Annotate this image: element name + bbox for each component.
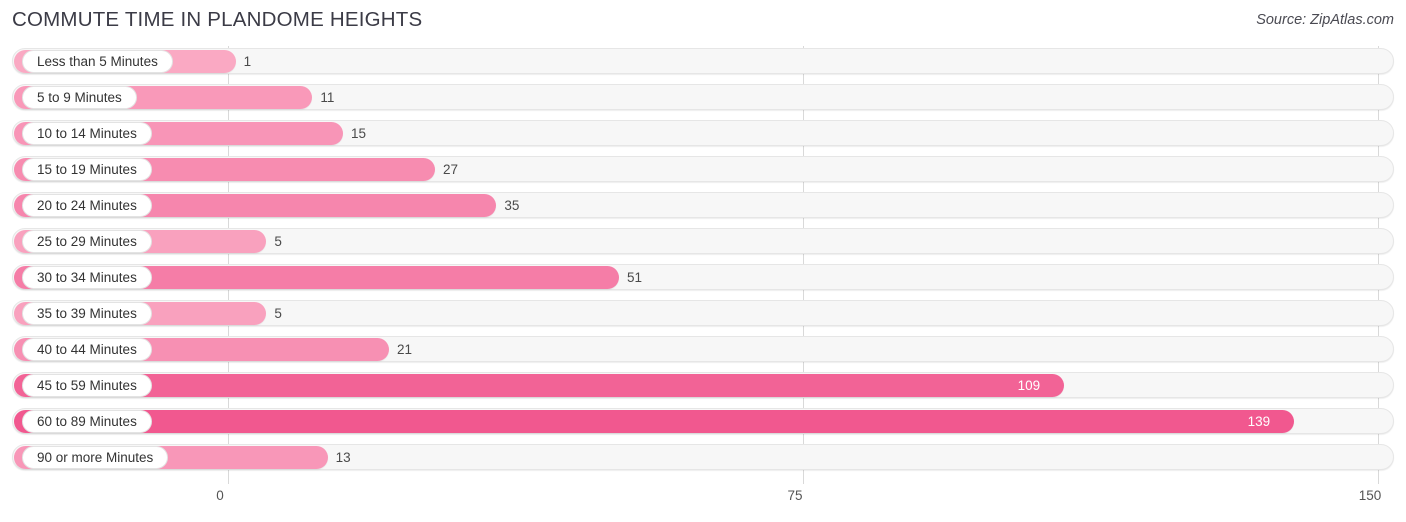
bar-category-label: 25 to 29 Minutes: [22, 230, 152, 253]
chart-header: COMMUTE TIME IN PLANDOME HEIGHTS Source:…: [0, 0, 1406, 44]
bar-category-label: 20 to 24 Minutes: [22, 194, 152, 217]
bar-row: 60 to 89 Minutes 139: [0, 406, 1406, 436]
bar-value-label: 5: [274, 234, 282, 249]
bar-value-label: 5: [274, 306, 282, 321]
bar-value-label: 15: [351, 126, 367, 141]
bar-value-label: 51: [627, 270, 643, 285]
bar-category-label: 10 to 14 Minutes: [22, 122, 152, 145]
source-attribution: Source: ZipAtlas.com: [1256, 12, 1394, 28]
bar-value-label: 21: [397, 342, 413, 357]
axis-tick-label: 150: [1358, 488, 1382, 503]
bar-row: 5 to 9 Minutes 11: [0, 82, 1406, 112]
bar-value-label: 11: [320, 90, 335, 105]
bar-category-label: 35 to 39 Minutes: [22, 302, 152, 325]
bar-row: 90 or more Minutes 13: [0, 442, 1406, 472]
bar[interactable]: [14, 374, 1064, 397]
bar-row: 15 to 19 Minutes 27: [0, 154, 1406, 184]
bar-row: 30 to 34 Minutes 51: [0, 262, 1406, 292]
bar-category-label: 40 to 44 Minutes: [22, 338, 152, 361]
bar[interactable]: [14, 410, 1294, 433]
bar-value-label: 13: [335, 450, 351, 465]
bar-rows: Less than 5 Minutes 1 5 to 9 Minutes 11 10 t…: [0, 46, 1406, 478]
bar-value-label: 1: [243, 54, 252, 69]
bar-row: 10 to 14 Minutes 15: [0, 118, 1406, 148]
axis-tick-label: 75: [787, 488, 803, 503]
bar-row: 25 to 29 Minutes 5: [0, 226, 1406, 256]
bar-value-label: 27: [443, 162, 459, 177]
bar-row: 20 to 24 Minutes 35: [0, 190, 1406, 220]
axis-tick-label: 0: [216, 488, 224, 503]
bar-value-label: 35: [504, 198, 520, 213]
bar-category-label: 15 to 19 Minutes: [22, 158, 152, 181]
bar-category-label: Less than 5 Minutes: [22, 50, 173, 73]
page-title: COMMUTE TIME IN PLANDOME HEIGHTS: [12, 8, 423, 31]
x-axis: 0 75 150: [0, 484, 1406, 522]
bar-value-label: 139: [1247, 414, 1271, 429]
bar-category-label: 45 to 59 Minutes: [22, 374, 152, 397]
bar-category-label: 60 to 89 Minutes: [22, 410, 152, 433]
chart-container: COMMUTE TIME IN PLANDOME HEIGHTS Source:…: [0, 0, 1406, 522]
bar-row: 45 to 59 Minutes 109: [0, 370, 1406, 400]
plot-area: Less than 5 Minutes 1 5 to 9 Minutes 11 10 t…: [0, 46, 1406, 484]
bar-row: 40 to 44 Minutes 21: [0, 334, 1406, 364]
bar-category-label: 5 to 9 Minutes: [22, 86, 137, 109]
bar-row: Less than 5 Minutes 1: [0, 46, 1406, 76]
bar-category-label: 30 to 34 Minutes: [22, 266, 152, 289]
bar-row: 35 to 39 Minutes 5: [0, 298, 1406, 328]
bar-category-label: 90 or more Minutes: [22, 446, 169, 469]
bar-value-label: 109: [1017, 378, 1041, 393]
